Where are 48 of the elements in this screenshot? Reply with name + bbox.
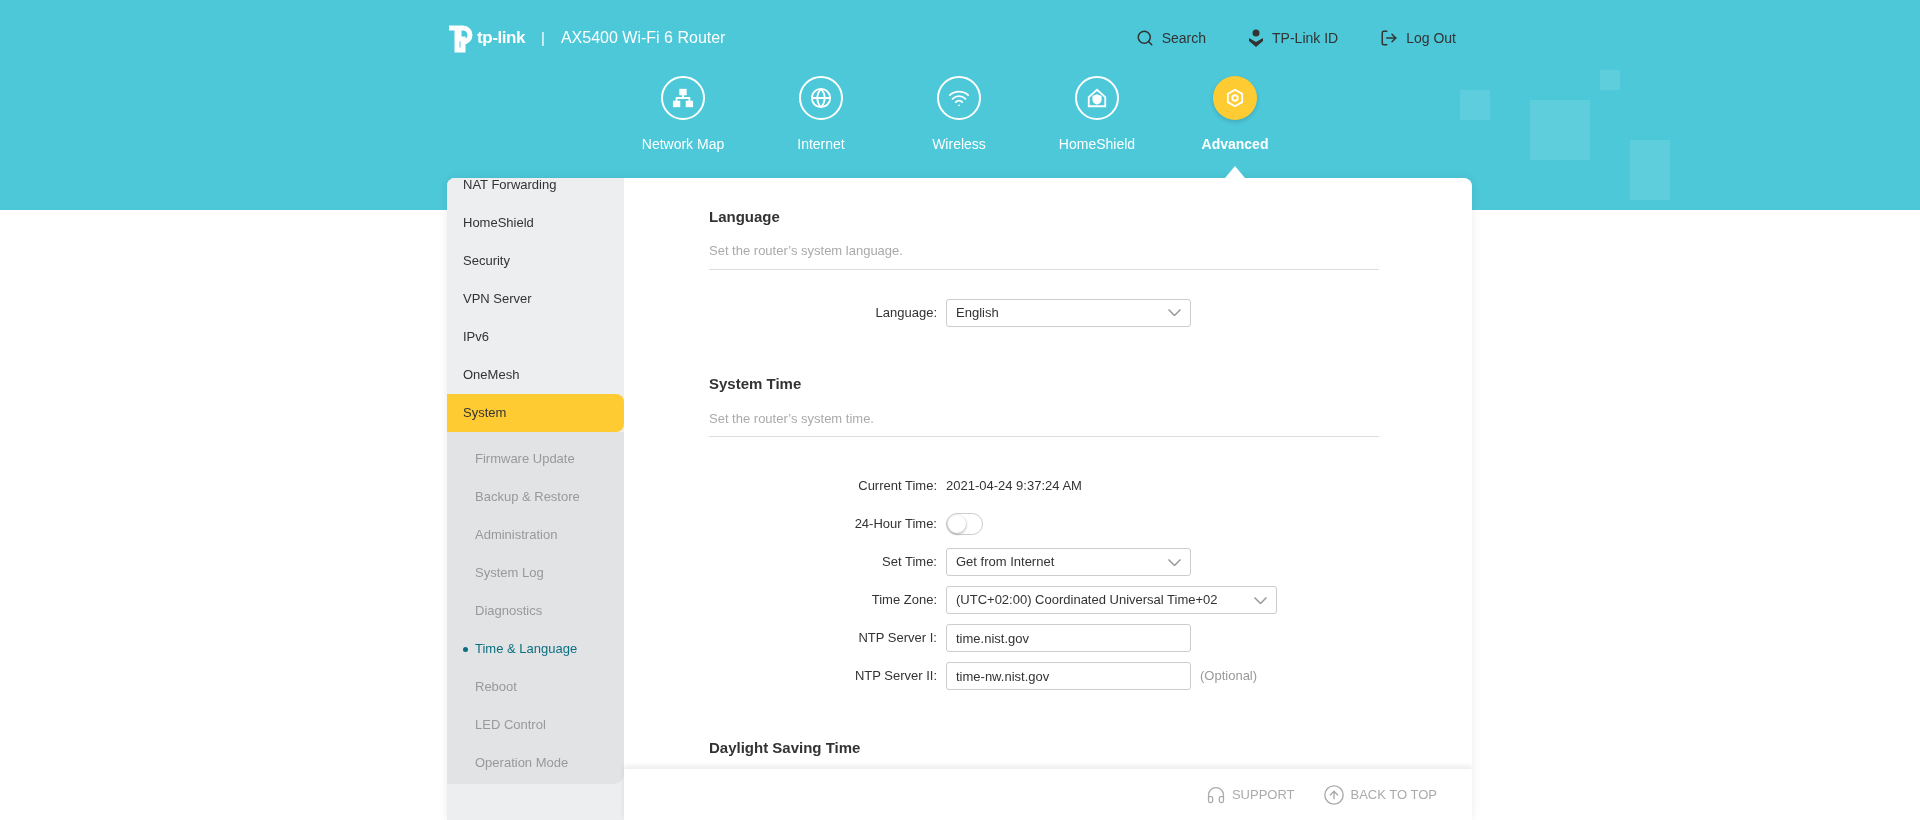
sidebar-item[interactable]: OneMesh — [447, 356, 624, 394]
field-label: Language: — [874, 303, 938, 322]
section-title: Daylight Saving Time — [709, 737, 862, 758]
chevron-down-icon — [1168, 309, 1181, 316]
section-title: System Time — [709, 374, 803, 394]
submenu-item[interactable]: Time & Language — [447, 630, 624, 668]
globe-icon — [810, 87, 832, 109]
separator-text: | — [541, 27, 545, 48]
dropdown-select[interactable]: (UTC+02:00) Coordinated Universal Time+02 — [946, 586, 1277, 614]
section-description: Set the router’s system language. — [709, 228, 1379, 270]
section-description: Set the router’s system time. — [709, 395, 1379, 437]
network-map-icon — [672, 87, 694, 109]
field-label: Time Zone: — [870, 591, 938, 610]
logo-mark-icon — [447, 23, 473, 53]
chevron-down-icon — [1168, 558, 1181, 566]
dropdown-select[interactable]: English — [946, 298, 1191, 327]
toggle-switch[interactable] — [946, 513, 983, 535]
input-field[interactable]: time-nw.nist.gov — [946, 662, 1191, 690]
input-field[interactable]: time.nist.gov — [946, 624, 1191, 652]
router-model: AX5400 Wi-Fi 6 Router — [560, 28, 726, 48]
search-icon — [1135, 29, 1154, 47]
header-link[interactable]: Log Out — [1380, 27, 1456, 49]
sidebar-item[interactable]: System — [447, 394, 624, 432]
field-label: NTP Server I: — [857, 629, 938, 648]
house-shield-icon — [1086, 87, 1108, 109]
dropdown-select[interactable]: Get from Internet — [946, 548, 1191, 576]
sidebar-item[interactable]: NAT Forwarding — [447, 178, 624, 204]
logout-icon — [1380, 29, 1399, 47]
field-label: Set Time: — [881, 553, 938, 572]
field-label: NTP Server II: — [853, 667, 938, 686]
sidebar-item[interactable]: Security — [447, 242, 624, 280]
back-to-top-link[interactable]: BACK TO TOP — [1322, 783, 1437, 806]
header-link[interactable]: TP-Link ID — [1248, 27, 1339, 49]
person-icon — [1248, 29, 1265, 47]
chevron-down-icon — [1254, 596, 1267, 604]
arrow-up-icon — [1322, 783, 1345, 806]
header-link[interactable]: Search — [1135, 27, 1207, 49]
support-link[interactable]: SUPPORT — [1205, 784, 1295, 805]
optional-note: (Optional) — [1200, 667, 1258, 686]
headset-icon — [1205, 784, 1226, 805]
section-title: Language — [709, 206, 781, 227]
field-label: 24-Hour Time: — [853, 515, 938, 534]
gear-icon — [1224, 87, 1246, 109]
field-label: Current Time: — [857, 477, 938, 496]
sidebar-item[interactable]: HomeShield — [447, 204, 624, 242]
sidebar-item[interactable]: IPv6 — [447, 318, 624, 356]
current-time-value: 2021-04-24 9:37:24 AM — [946, 477, 1082, 496]
sidebar-item[interactable]: VPN Server — [447, 280, 624, 318]
